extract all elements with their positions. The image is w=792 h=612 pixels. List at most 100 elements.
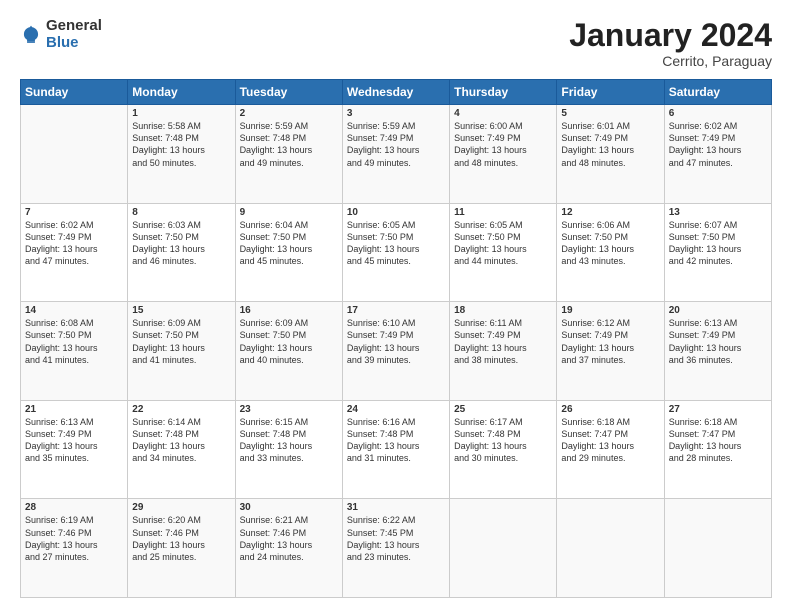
day-info: Sunrise: 5:59 AMSunset: 7:49 PMDaylight:… xyxy=(347,120,445,169)
calendar-week-5: 28Sunrise: 6:19 AMSunset: 7:46 PMDayligh… xyxy=(21,499,772,598)
calendar-cell-1-6: 5Sunrise: 6:01 AMSunset: 7:49 PMDaylight… xyxy=(557,105,664,204)
day-info: Sunrise: 6:18 AMSunset: 7:47 PMDaylight:… xyxy=(669,416,767,465)
day-info: Sunrise: 6:00 AMSunset: 7:49 PMDaylight:… xyxy=(454,120,552,169)
logo-general: General xyxy=(46,18,102,35)
day-number: 3 xyxy=(347,108,445,119)
day-info: Sunrise: 6:11 AMSunset: 7:49 PMDaylight:… xyxy=(454,317,552,366)
calendar-week-4: 21Sunrise: 6:13 AMSunset: 7:49 PMDayligh… xyxy=(21,400,772,499)
calendar-cell-4-3: 23Sunrise: 6:15 AMSunset: 7:48 PMDayligh… xyxy=(235,400,342,499)
day-info: Sunrise: 6:22 AMSunset: 7:45 PMDaylight:… xyxy=(347,514,445,563)
header: General Blue January 2024 Cerrito, Parag… xyxy=(20,18,772,69)
page: General Blue January 2024 Cerrito, Parag… xyxy=(0,0,792,612)
calendar-cell-2-7: 13Sunrise: 6:07 AMSunset: 7:50 PMDayligh… xyxy=(664,203,771,302)
day-info: Sunrise: 6:03 AMSunset: 7:50 PMDaylight:… xyxy=(132,219,230,268)
calendar-dow-monday: Monday xyxy=(128,80,235,105)
day-number: 13 xyxy=(669,207,767,218)
calendar-cell-2-5: 11Sunrise: 6:05 AMSunset: 7:50 PMDayligh… xyxy=(450,203,557,302)
calendar-cell-3-1: 14Sunrise: 6:08 AMSunset: 7:50 PMDayligh… xyxy=(21,302,128,401)
day-number: 20 xyxy=(669,305,767,316)
calendar-header-row: SundayMondayTuesdayWednesdayThursdayFrid… xyxy=(21,80,772,105)
calendar-cell-3-3: 16Sunrise: 6:09 AMSunset: 7:50 PMDayligh… xyxy=(235,302,342,401)
title-block: January 2024 Cerrito, Paraguay xyxy=(569,18,772,69)
calendar-cell-5-1: 28Sunrise: 6:19 AMSunset: 7:46 PMDayligh… xyxy=(21,499,128,598)
day-number: 26 xyxy=(561,404,659,415)
calendar-cell-5-4: 31Sunrise: 6:22 AMSunset: 7:45 PMDayligh… xyxy=(342,499,449,598)
calendar-cell-2-4: 10Sunrise: 6:05 AMSunset: 7:50 PMDayligh… xyxy=(342,203,449,302)
day-info: Sunrise: 6:08 AMSunset: 7:50 PMDaylight:… xyxy=(25,317,123,366)
calendar-cell-5-7 xyxy=(664,499,771,598)
day-info: Sunrise: 6:05 AMSunset: 7:50 PMDaylight:… xyxy=(347,219,445,268)
calendar-cell-2-6: 12Sunrise: 6:06 AMSunset: 7:50 PMDayligh… xyxy=(557,203,664,302)
day-info: Sunrise: 5:59 AMSunset: 7:48 PMDaylight:… xyxy=(240,120,338,169)
logo-blue: Blue xyxy=(46,35,102,52)
day-number: 14 xyxy=(25,305,123,316)
calendar-cell-3-7: 20Sunrise: 6:13 AMSunset: 7:49 PMDayligh… xyxy=(664,302,771,401)
day-number: 15 xyxy=(132,305,230,316)
calendar-cell-5-2: 29Sunrise: 6:20 AMSunset: 7:46 PMDayligh… xyxy=(128,499,235,598)
day-number: 9 xyxy=(240,207,338,218)
calendar-cell-4-4: 24Sunrise: 6:16 AMSunset: 7:48 PMDayligh… xyxy=(342,400,449,499)
day-number: 27 xyxy=(669,404,767,415)
calendar-dow-tuesday: Tuesday xyxy=(235,80,342,105)
day-info: Sunrise: 6:10 AMSunset: 7:49 PMDaylight:… xyxy=(347,317,445,366)
calendar-cell-4-7: 27Sunrise: 6:18 AMSunset: 7:47 PMDayligh… xyxy=(664,400,771,499)
calendar-week-2: 7Sunrise: 6:02 AMSunset: 7:49 PMDaylight… xyxy=(21,203,772,302)
calendar-cell-2-1: 7Sunrise: 6:02 AMSunset: 7:49 PMDaylight… xyxy=(21,203,128,302)
day-number: 19 xyxy=(561,305,659,316)
calendar-cell-3-2: 15Sunrise: 6:09 AMSunset: 7:50 PMDayligh… xyxy=(128,302,235,401)
calendar-cell-1-3: 2Sunrise: 5:59 AMSunset: 7:48 PMDaylight… xyxy=(235,105,342,204)
day-number: 11 xyxy=(454,207,552,218)
calendar-cell-2-2: 8Sunrise: 6:03 AMSunset: 7:50 PMDaylight… xyxy=(128,203,235,302)
day-number: 17 xyxy=(347,305,445,316)
day-info: Sunrise: 6:14 AMSunset: 7:48 PMDaylight:… xyxy=(132,416,230,465)
day-info: Sunrise: 6:02 AMSunset: 7:49 PMDaylight:… xyxy=(669,120,767,169)
logo: General Blue xyxy=(20,18,102,51)
day-info: Sunrise: 6:12 AMSunset: 7:49 PMDaylight:… xyxy=(561,317,659,366)
calendar-week-3: 14Sunrise: 6:08 AMSunset: 7:50 PMDayligh… xyxy=(21,302,772,401)
calendar-cell-4-5: 25Sunrise: 6:17 AMSunset: 7:48 PMDayligh… xyxy=(450,400,557,499)
day-info: Sunrise: 6:18 AMSunset: 7:47 PMDaylight:… xyxy=(561,416,659,465)
day-number: 12 xyxy=(561,207,659,218)
day-info: Sunrise: 6:06 AMSunset: 7:50 PMDaylight:… xyxy=(561,219,659,268)
day-number: 25 xyxy=(454,404,552,415)
day-info: Sunrise: 6:15 AMSunset: 7:48 PMDaylight:… xyxy=(240,416,338,465)
day-number: 18 xyxy=(454,305,552,316)
calendar-table: SundayMondayTuesdayWednesdayThursdayFrid… xyxy=(20,79,772,598)
logo-icon xyxy=(20,24,42,46)
calendar-cell-5-5 xyxy=(450,499,557,598)
day-info: Sunrise: 6:20 AMSunset: 7:46 PMDaylight:… xyxy=(132,514,230,563)
calendar-dow-saturday: Saturday xyxy=(664,80,771,105)
calendar-cell-4-1: 21Sunrise: 6:13 AMSunset: 7:49 PMDayligh… xyxy=(21,400,128,499)
calendar-cell-4-2: 22Sunrise: 6:14 AMSunset: 7:48 PMDayligh… xyxy=(128,400,235,499)
day-number: 2 xyxy=(240,108,338,119)
day-number: 5 xyxy=(561,108,659,119)
calendar-cell-1-5: 4Sunrise: 6:00 AMSunset: 7:49 PMDaylight… xyxy=(450,105,557,204)
day-number: 6 xyxy=(669,108,767,119)
calendar-cell-3-4: 17Sunrise: 6:10 AMSunset: 7:49 PMDayligh… xyxy=(342,302,449,401)
day-info: Sunrise: 6:04 AMSunset: 7:50 PMDaylight:… xyxy=(240,219,338,268)
day-info: Sunrise: 6:07 AMSunset: 7:50 PMDaylight:… xyxy=(669,219,767,268)
day-number: 24 xyxy=(347,404,445,415)
day-info: Sunrise: 5:58 AMSunset: 7:48 PMDaylight:… xyxy=(132,120,230,169)
calendar-cell-1-7: 6Sunrise: 6:02 AMSunset: 7:49 PMDaylight… xyxy=(664,105,771,204)
calendar-dow-sunday: Sunday xyxy=(21,80,128,105)
calendar-cell-1-4: 3Sunrise: 5:59 AMSunset: 7:49 PMDaylight… xyxy=(342,105,449,204)
day-number: 10 xyxy=(347,207,445,218)
day-info: Sunrise: 6:17 AMSunset: 7:48 PMDaylight:… xyxy=(454,416,552,465)
day-number: 4 xyxy=(454,108,552,119)
day-number: 31 xyxy=(347,502,445,513)
calendar-cell-5-3: 30Sunrise: 6:21 AMSunset: 7:46 PMDayligh… xyxy=(235,499,342,598)
main-title: January 2024 xyxy=(569,18,772,53)
day-info: Sunrise: 6:09 AMSunset: 7:50 PMDaylight:… xyxy=(132,317,230,366)
subtitle: Cerrito, Paraguay xyxy=(569,53,772,69)
day-number: 30 xyxy=(240,502,338,513)
calendar-cell-2-3: 9Sunrise: 6:04 AMSunset: 7:50 PMDaylight… xyxy=(235,203,342,302)
calendar-week-1: 1Sunrise: 5:58 AMSunset: 7:48 PMDaylight… xyxy=(21,105,772,204)
day-info: Sunrise: 6:19 AMSunset: 7:46 PMDaylight:… xyxy=(25,514,123,563)
day-number: 7 xyxy=(25,207,123,218)
day-info: Sunrise: 6:02 AMSunset: 7:49 PMDaylight:… xyxy=(25,219,123,268)
calendar-cell-1-2: 1Sunrise: 5:58 AMSunset: 7:48 PMDaylight… xyxy=(128,105,235,204)
day-number: 23 xyxy=(240,404,338,415)
day-info: Sunrise: 6:16 AMSunset: 7:48 PMDaylight:… xyxy=(347,416,445,465)
calendar-dow-wednesday: Wednesday xyxy=(342,80,449,105)
